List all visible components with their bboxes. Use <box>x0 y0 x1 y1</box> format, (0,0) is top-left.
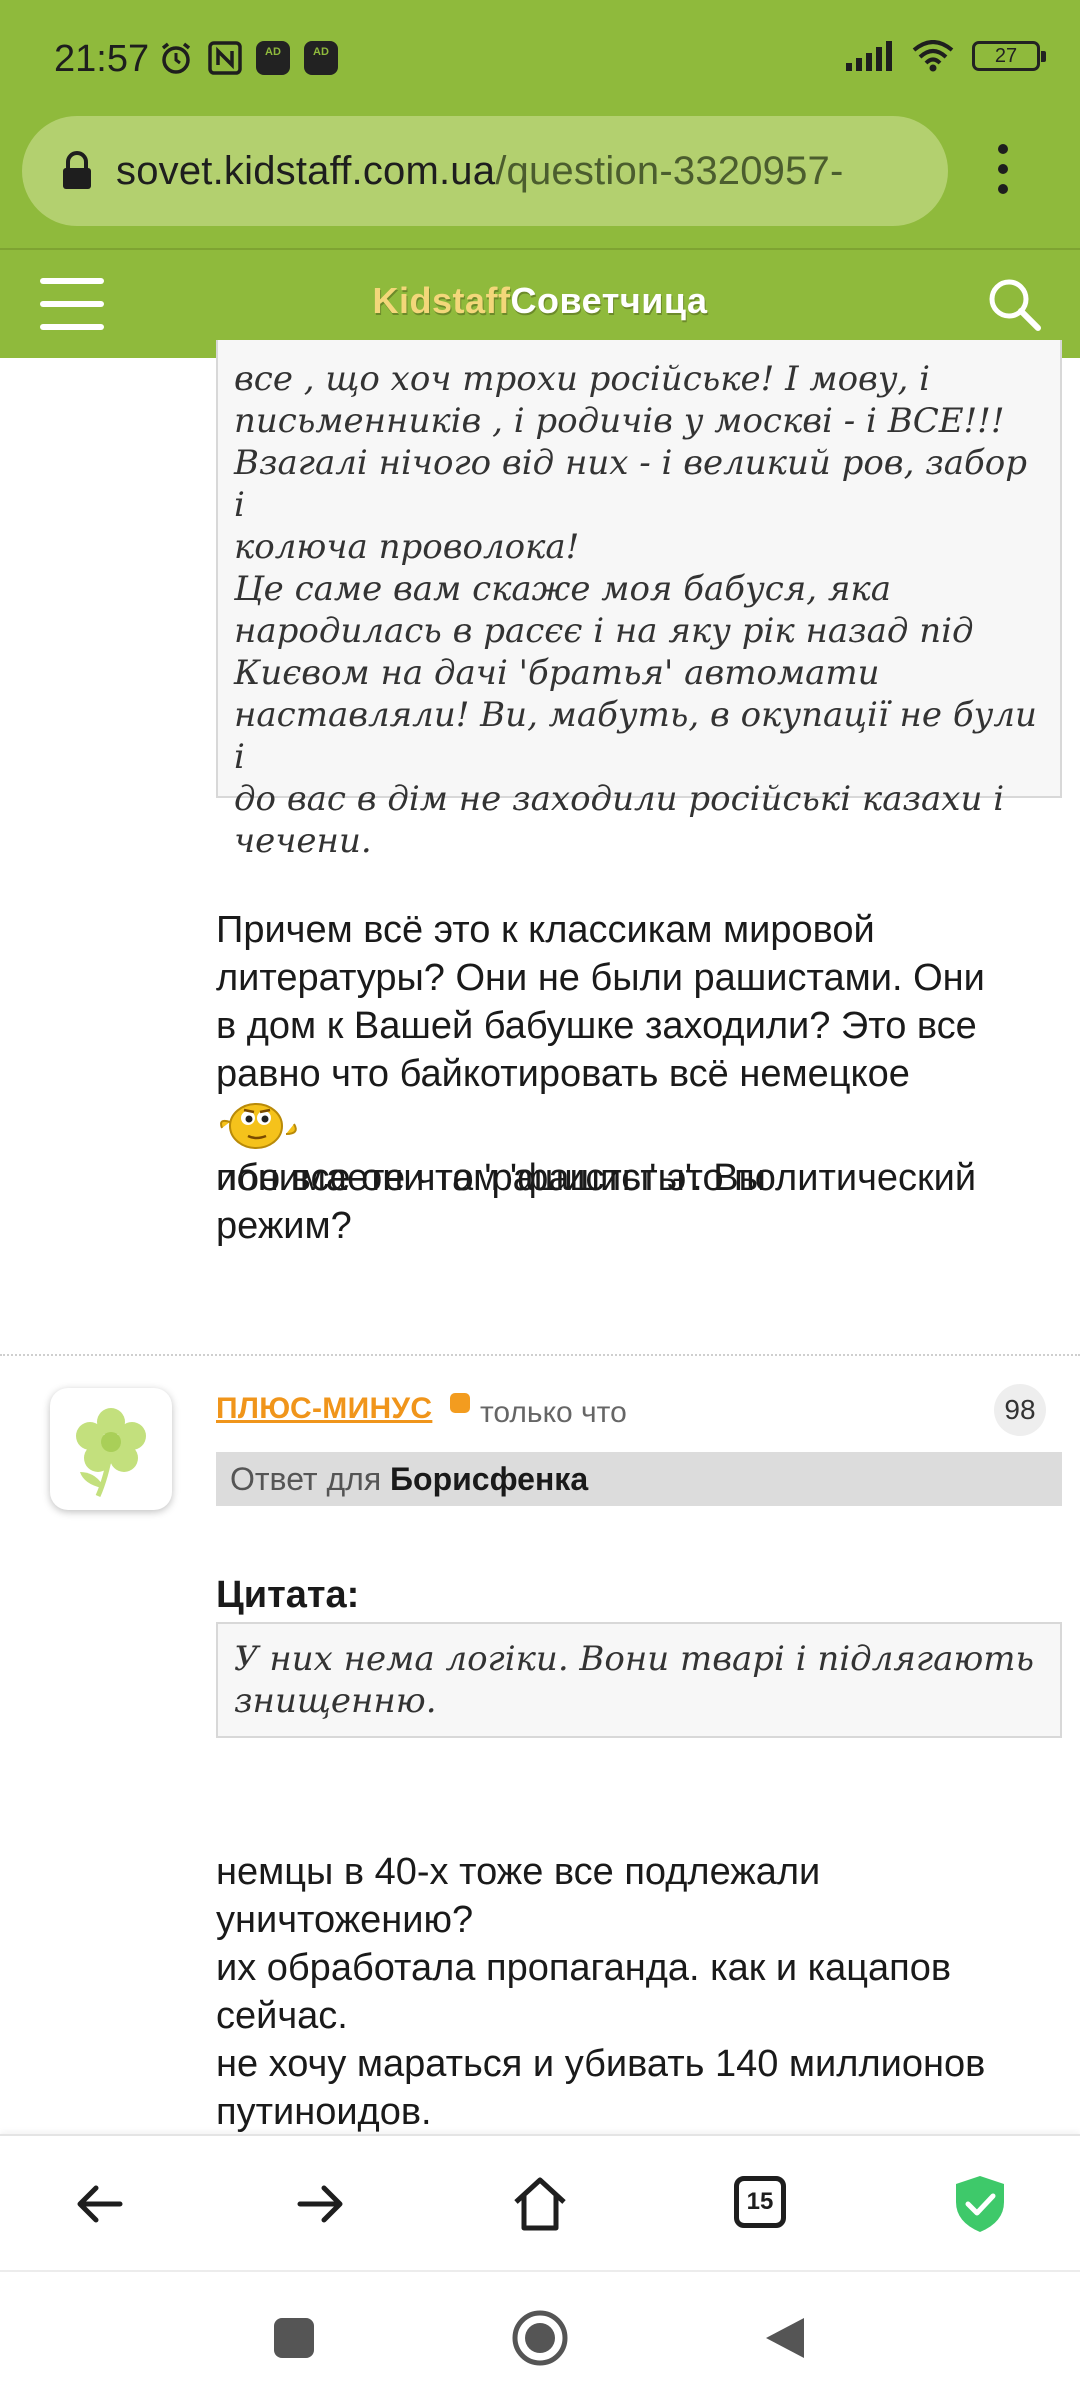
status-time: 21:57 <box>54 38 150 80</box>
search-icon[interactable] <box>984 274 1044 334</box>
url-text: sovet.kidstaff.com.ua/question-3320957- <box>116 149 844 194</box>
clover-flower-icon <box>76 1408 146 1498</box>
url-domain: sovet.kidstaff.com.ua <box>116 148 496 193</box>
author-name[interactable]: ПЛЮС-МИНУС <box>216 1392 432 1426</box>
recents-square-icon[interactable] <box>272 2316 316 2360</box>
home-circle-icon[interactable] <box>510 2308 570 2368</box>
reply-to-bar: Ответ для Борисфенка <box>216 1452 1062 1506</box>
nfc-icon <box>208 41 242 75</box>
logo-part-2: Советчица <box>510 280 708 321</box>
url-path: /question-3320957- <box>495 148 844 193</box>
post-timestamp: только что <box>480 1396 627 1429</box>
back-arrow-icon[interactable] <box>68 2172 132 2236</box>
signal-icon <box>846 41 892 71</box>
system-navigation-bar <box>0 2270 1080 2400</box>
status-icons-left: AD AD <box>158 40 338 76</box>
post-body: немцы в 40-х тоже все подлежали уничтоже… <box>216 1800 985 2136</box>
quote-block: У них нема логіки. Вони тварі і підлягаю… <box>216 1622 1062 1738</box>
quote-text: У них нема логіки. Вони тварі і підлягаю… <box>234 1639 1035 1721</box>
post-body-text: немцы в 40-х тоже все подлежали уничтоже… <box>216 1851 986 2133</box>
status-bar: 21:57 AD AD 27 <box>0 0 1080 110</box>
logo-part-1: Kidstaff <box>372 280 511 321</box>
battery-icon: 27 <box>972 41 1046 71</box>
adblock-icon: AD <box>256 41 290 75</box>
adblock-icon: AD <box>304 41 338 75</box>
post-rating[interactable]: 98 <box>994 1384 1046 1436</box>
lock-icon <box>63 151 91 189</box>
post-body-text: понимаете что 'рашисты' это политический… <box>216 1157 977 1247</box>
home-icon[interactable] <box>508 2172 572 2236</box>
alarm-icon <box>161 42 191 74</box>
forward-arrow-icon[interactable] <box>288 2172 352 2236</box>
address-bar[interactable]: sovet.kidstaff.com.ua/question-3320957- <box>22 116 948 226</box>
quote-label: Цитата: <box>216 1574 360 1616</box>
site-logo[interactable]: KidstaffСоветчица <box>0 280 1080 322</box>
back-triangle-icon[interactable] <box>762 2314 808 2362</box>
tab-count: 15 <box>734 2176 786 2228</box>
quote-block: все , що хоч трохи російське! І мову, і … <box>216 340 1062 861</box>
shield-check-icon[interactable] <box>948 2172 1012 2236</box>
status-icons-right: 27 <box>846 40 1046 72</box>
avatar[interactable] <box>50 1388 172 1510</box>
reply-to-label: Ответ для <box>230 1461 382 1497</box>
post-divider <box>0 1354 1080 1356</box>
wifi-icon <box>912 40 954 72</box>
browser-bottom-toolbar: 15 <box>0 2134 1080 2270</box>
browser-toolbar: sovet.kidstaff.com.ua/question-3320957- <box>0 110 1080 248</box>
tabs-button[interactable]: 15 <box>734 2176 798 2240</box>
quote-text: все , що хоч трохи російське! І мову, і … <box>234 359 1037 861</box>
browser-menu-button[interactable] <box>998 144 1010 194</box>
online-status-icon <box>450 1393 470 1413</box>
reply-to-name[interactable]: Борисфенка <box>390 1461 588 1497</box>
post-body-end: понимаете что 'рашисты' это политический… <box>216 1106 976 1250</box>
